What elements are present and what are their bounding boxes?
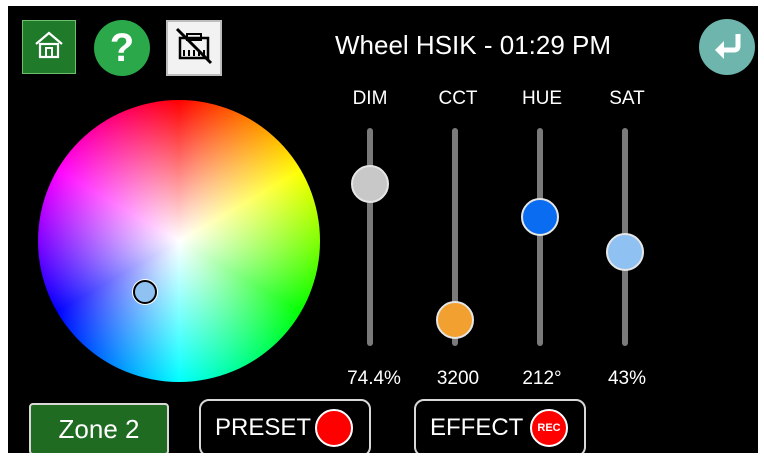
cct-slider-knob[interactable] (436, 301, 474, 339)
preset-button[interactable]: PRESET (199, 399, 371, 453)
dim-slider-track[interactable] (367, 128, 373, 346)
slider-value-sat: 43% (607, 368, 647, 389)
sat-slider-knob[interactable] (606, 233, 644, 271)
slider-label-sat: SAT (609, 88, 645, 109)
record-icon-label: REC (537, 422, 561, 434)
effect-button-label: EFFECT (430, 414, 524, 441)
preset-indicator-icon (315, 409, 353, 447)
slider-label-cct: CCT (438, 88, 478, 109)
color-wheel-handle[interactable] (133, 280, 157, 304)
slider-value-hue: 212° (522, 368, 562, 389)
help-icon: ? (109, 25, 135, 70)
screen: ? Wheel HSIK - 01:29 PM DIM 74.4% CCT 32… (8, 6, 758, 453)
color-wheel[interactable] (38, 100, 320, 382)
home-icon (32, 28, 66, 67)
dim-slider-knob[interactable] (351, 165, 389, 203)
slider-value-dim: 74.4% (347, 368, 401, 389)
home-button[interactable] (22, 20, 76, 74)
hue-slider-knob[interactable] (521, 198, 559, 236)
slider-label-dim: DIM (352, 88, 388, 109)
network-status-button[interactable] (166, 20, 222, 76)
slider-value-cct: 3200 (436, 368, 480, 389)
page-title: Wheel HSIK - 01:29 PM (335, 30, 611, 60)
zone-button[interactable]: Zone 2 (29, 403, 169, 453)
slider-label-hue: HUE (521, 88, 563, 109)
back-button[interactable] (699, 19, 755, 75)
record-icon: REC (530, 409, 568, 447)
zone-button-label: Zone 2 (58, 413, 140, 444)
back-arrow-icon (708, 26, 746, 69)
hue-slider-track[interactable] (537, 128, 543, 346)
effect-button[interactable]: EFFECT REC (414, 399, 586, 453)
preset-button-label: PRESET (215, 414, 312, 441)
help-button[interactable]: ? (94, 20, 150, 76)
network-disconnected-icon (174, 26, 214, 71)
